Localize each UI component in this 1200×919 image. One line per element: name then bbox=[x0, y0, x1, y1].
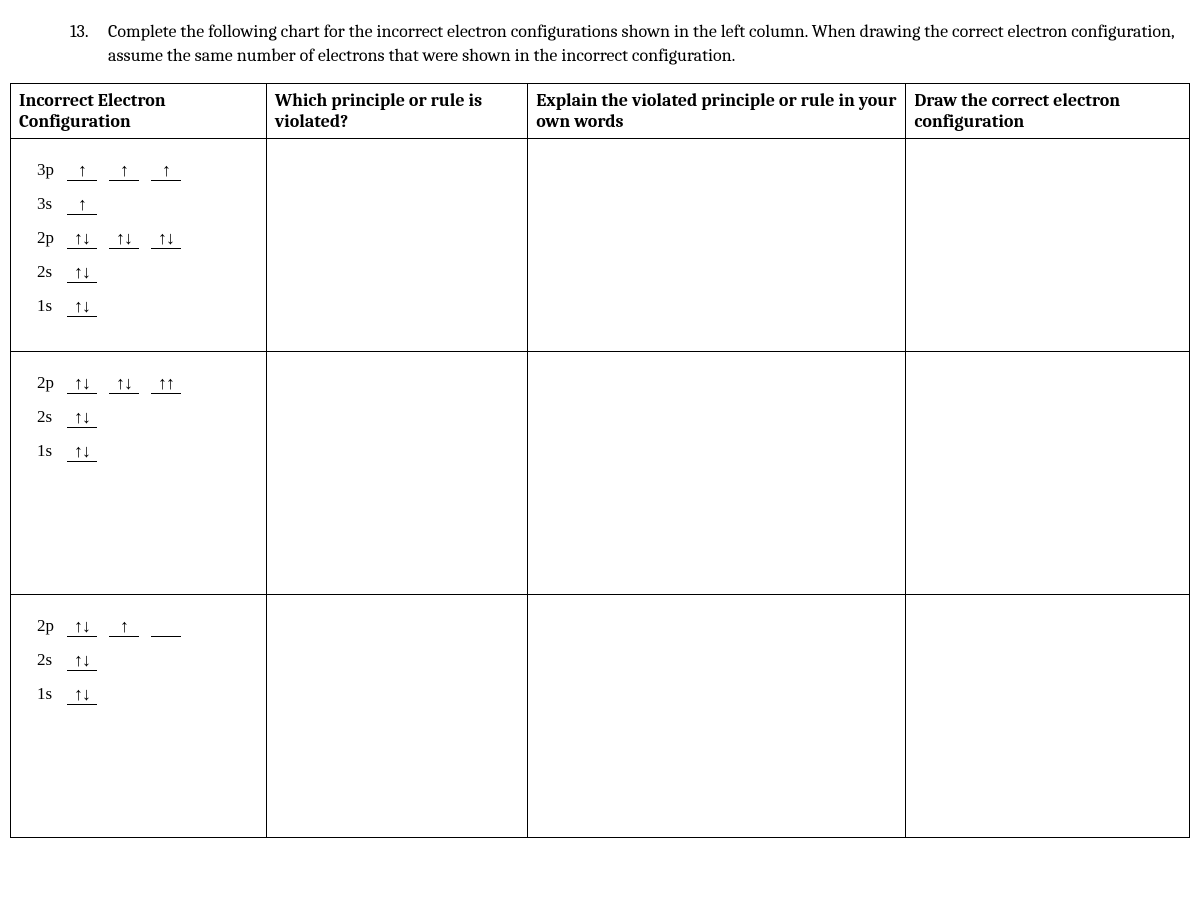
orbital-box: ↑↑ bbox=[151, 373, 181, 394]
orbital-row: 2s↑↓ bbox=[37, 400, 256, 428]
orbital-diagram: 2p↑↓↑↓↑↑2s↑↓1s↑↓ bbox=[19, 358, 258, 478]
table-row: 2p↑↓↑2s↑↓1s↑↓ bbox=[11, 594, 1190, 837]
orbital-box: ↑↓ bbox=[67, 373, 97, 394]
orbital-box: ↑↓ bbox=[109, 373, 139, 394]
orbital-box: ↑↓ bbox=[67, 616, 97, 637]
orbital-label: 2p bbox=[37, 228, 67, 249]
orbital-box: ↑↓ bbox=[109, 228, 139, 249]
orbital-row: 1s↑↓ bbox=[37, 677, 256, 705]
worksheet-table: Incorrect Electron Configuration Which p… bbox=[10, 83, 1190, 838]
orbital-diagram: 2p↑↓↑2s↑↓1s↑↓ bbox=[19, 601, 258, 721]
answer-cell-col3 bbox=[528, 138, 906, 351]
header-col2: Which principle or rule is violated? bbox=[266, 83, 527, 138]
orbital-label: 1s bbox=[37, 684, 67, 705]
answer-cell-col3 bbox=[528, 351, 906, 594]
table-row: 2p↑↓↑↓↑↑2s↑↓1s↑↓ bbox=[11, 351, 1190, 594]
question-block: 13. Complete the following chart for the… bbox=[70, 20, 1190, 69]
orbital-label: 1s bbox=[37, 441, 67, 462]
orbital-row: 1s↑↓ bbox=[37, 434, 256, 462]
orbital-row: 2s↑↓ bbox=[37, 255, 256, 283]
incorrect-config-cell: 2p↑↓↑↓↑↑2s↑↓1s↑↓ bbox=[11, 351, 267, 594]
orbital-box: ↑↓ bbox=[67, 296, 97, 317]
orbital-row: 2p↑↓↑↓↑↑ bbox=[37, 366, 256, 394]
orbital-box: ↑ bbox=[67, 194, 97, 215]
orbital-label: 3p bbox=[37, 160, 67, 181]
orbital-box: ↑↓ bbox=[151, 228, 181, 249]
table-row: 3p↑↑↑3s↑2p↑↓↑↓↑↓2s↑↓1s↑↓ bbox=[11, 138, 1190, 351]
orbital-row: 1s↑↓ bbox=[37, 289, 256, 317]
orbital-box bbox=[151, 616, 181, 637]
header-col4: Draw the correct electron configuration bbox=[906, 83, 1190, 138]
table-body: 3p↑↑↑3s↑2p↑↓↑↓↑↓2s↑↓1s↑↓2p↑↓↑↓↑↑2s↑↓1s↑↓… bbox=[11, 138, 1190, 837]
orbital-box: ↑↓ bbox=[67, 650, 97, 671]
answer-cell-col4 bbox=[906, 351, 1190, 594]
answer-cell-col4 bbox=[906, 594, 1190, 837]
orbital-box: ↑ bbox=[151, 160, 181, 181]
orbital-box: ↑↓ bbox=[67, 684, 97, 705]
header-col1: Incorrect Electron Configuration bbox=[11, 83, 267, 138]
orbital-label: 3s bbox=[37, 194, 67, 215]
orbital-row: 2p↑↓ ↑ bbox=[37, 609, 256, 637]
orbital-label: 1s bbox=[37, 296, 67, 317]
answer-cell-col4 bbox=[906, 138, 1190, 351]
incorrect-config-cell: 3p↑↑↑3s↑2p↑↓↑↓↑↓2s↑↓1s↑↓ bbox=[11, 138, 267, 351]
orbital-box: ↑↓ bbox=[67, 441, 97, 462]
header-col3: Explain the violated principle or rule i… bbox=[528, 83, 906, 138]
orbital-diagram: 3p↑↑↑3s↑2p↑↓↑↓↑↓2s↑↓1s↑↓ bbox=[19, 145, 258, 333]
orbital-label: 2p bbox=[37, 373, 67, 394]
orbital-row: 2p↑↓↑↓↑↓ bbox=[37, 221, 256, 249]
orbital-row: 3p↑↑↑ bbox=[37, 153, 256, 181]
orbital-label: 2s bbox=[37, 262, 67, 283]
orbital-box: ↑↓ bbox=[67, 407, 97, 428]
orbital-label: 2s bbox=[37, 407, 67, 428]
orbital-box: ↑↓ bbox=[67, 228, 97, 249]
answer-cell-col2 bbox=[266, 138, 527, 351]
question-text: Complete the following chart for the inc… bbox=[108, 20, 1190, 69]
orbital-box: ↑ bbox=[109, 616, 139, 637]
answer-cell-col2 bbox=[266, 594, 527, 837]
incorrect-config-cell: 2p↑↓↑2s↑↓1s↑↓ bbox=[11, 594, 267, 837]
answer-cell-col3 bbox=[528, 594, 906, 837]
orbital-box: ↑ bbox=[109, 160, 139, 181]
orbital-row: 2s↑↓ bbox=[37, 643, 256, 671]
answer-cell-col2 bbox=[266, 351, 527, 594]
orbital-box: ↑↓ bbox=[67, 262, 97, 283]
orbital-label: 2p bbox=[37, 616, 67, 637]
orbital-box: ↑ bbox=[67, 160, 97, 181]
orbital-row: 3s↑ bbox=[37, 187, 256, 215]
question-number: 13. bbox=[70, 20, 108, 69]
orbital-label: 2s bbox=[37, 650, 67, 671]
